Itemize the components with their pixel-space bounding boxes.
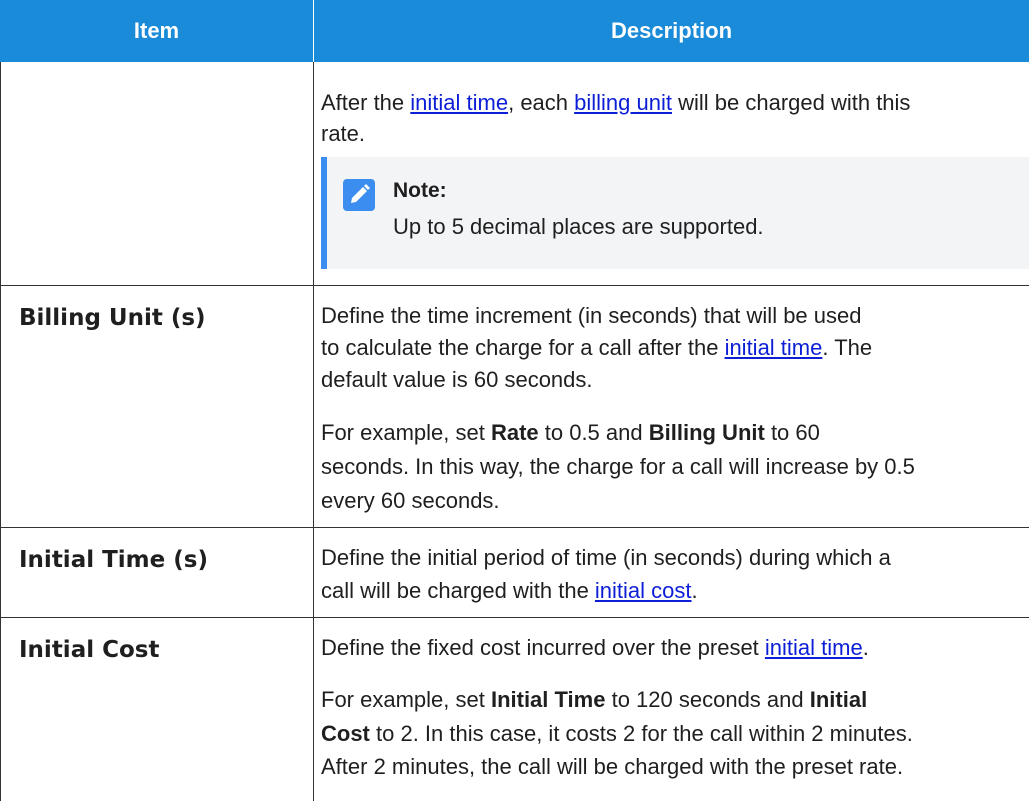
text: to 60 (764, 420, 820, 445)
text: will be charged with this (671, 90, 911, 115)
table-column-divider (313, 62, 314, 801)
initial-time-link[interactable]: initial time (725, 335, 823, 360)
text: to 0.5 and (538, 420, 649, 445)
billing-unit-example: every 60 seconds. (321, 488, 500, 513)
initial-time-link[interactable]: initial time (410, 90, 508, 115)
text: For example, set (321, 420, 491, 445)
billing-unit-desc: default value is 60 seconds. (321, 367, 593, 392)
parameters-table: Item Description After the initial time,… (0, 0, 1029, 801)
text: call will be charged with the (321, 578, 595, 603)
initial-cost-desc: Define the fixed cost incurred over the … (321, 633, 869, 663)
initial-cost-example: For example, set Initial Time to 120 sec… (321, 685, 867, 715)
initial-time-desc: Define the initial period of time (in se… (321, 545, 891, 570)
text: to calculate the charge for a call after… (321, 335, 725, 360)
text: , each (508, 90, 575, 115)
rate-description-line: rate. (321, 121, 366, 146)
billing-unit-item: Billing Unit (s) (19, 305, 206, 331)
text: After the (321, 90, 411, 115)
text: . (862, 635, 869, 660)
billing-unit-desc: Define the time increment (in seconds) t… (321, 303, 862, 328)
initial-cost-link[interactable]: initial cost (595, 578, 692, 603)
note-body: Up to 5 decimal places are supported. (393, 214, 764, 239)
bold-term: Rate (490, 420, 539, 445)
text: For example, set (321, 687, 491, 712)
initial-cost-example: After 2 minutes, the call will be charge… (321, 754, 904, 779)
billing-unit-link[interactable]: billing unit (574, 90, 672, 115)
initial-time-item: Initial Time (s) (19, 547, 208, 573)
text: . (691, 578, 698, 603)
note-callout: Note: Up to 5 decimal places are support… (321, 157, 1029, 269)
row-divider (0, 527, 1029, 528)
bold-term: Initial (809, 687, 868, 712)
bold-term: Billing Unit (648, 420, 765, 445)
billing-unit-example: For example, set Rate to 0.5 and Billing… (321, 418, 820, 448)
header-description: Description (610, 18, 733, 43)
billing-unit-desc: to calculate the charge for a call after… (321, 333, 872, 363)
initial-time-link[interactable]: initial time (765, 635, 863, 660)
text: to 2. In this case, it costs 2 for the c… (369, 721, 913, 746)
note-title: Note: (393, 179, 447, 202)
table-header: Item Description (0, 0, 1029, 62)
text: to 120 seconds and (605, 687, 810, 712)
text: . The (822, 335, 873, 360)
initial-cost-example: Cost to 2. In this case, it costs 2 for … (321, 719, 913, 749)
header-item: Item (133, 18, 180, 43)
initial-time-desc: call will be charged with the initial co… (321, 576, 698, 606)
row-divider (0, 617, 1029, 618)
text: Define the fixed cost incurred over the … (321, 635, 765, 660)
bold-term: Initial Time (490, 687, 606, 712)
edit-pencil-icon (341, 177, 377, 213)
initial-cost-item: Initial Cost (19, 637, 160, 663)
bold-term: Cost (321, 721, 370, 746)
row-divider (0, 285, 1029, 286)
rate-description-line: After the initial time, each billing uni… (321, 88, 910, 118)
billing-unit-example: seconds. In this way, the charge for a c… (321, 454, 915, 479)
table-left-border (0, 62, 1, 801)
